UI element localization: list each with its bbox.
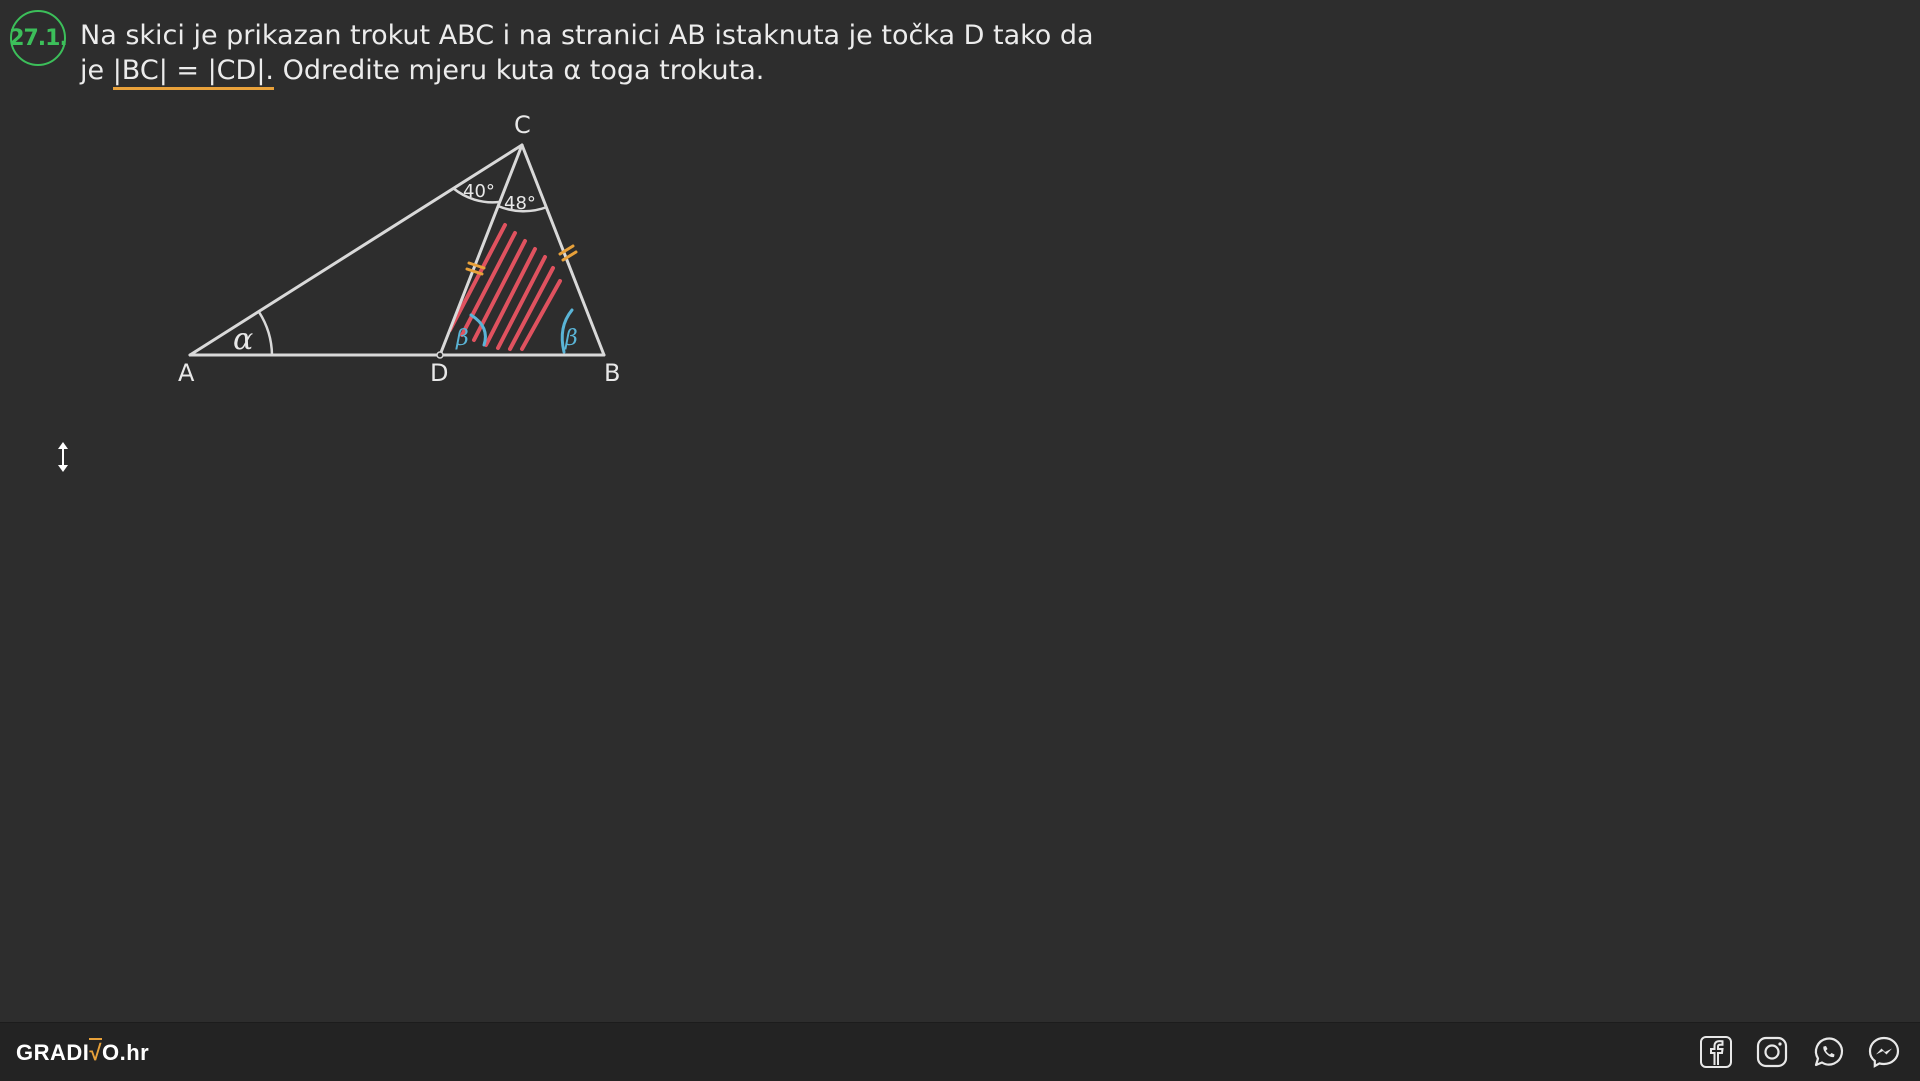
facebook-icon[interactable] [1698,1034,1734,1070]
beta-d-label: β [455,326,469,351]
resize-cursor-icon [58,442,68,472]
task-line-2-prefix: je [80,55,113,86]
vertex-d-label: D [430,359,448,387]
angle-40-label: 40° [463,181,495,202]
point-d-dot [436,351,444,359]
angle-alpha-label: α [233,322,253,357]
beta-b-label: β [564,326,578,351]
footer-bar: GRADI√O.hr [0,1022,1920,1081]
task-number-badge: 27.1. [9,10,68,66]
whiteboard: 27.1. Na skici je prikazan trokut ABC i … [0,0,1920,1022]
triangle-figure: C A D B α 40° 48° β β [178,111,620,387]
task-line-1: Na skici je prikazan trokut ABC i na str… [80,20,1094,51]
vertex-c-label: C [514,111,531,139]
task-number: 27.1. [9,25,68,51]
task-line-2-suffix: Odredite mjeru kuta α toga trokuta. [274,55,765,86]
logo-text-left: GRADI [16,1040,90,1065]
logo-text-right: O.hr [101,1040,150,1065]
vertex-b-label: B [604,359,620,387]
social-links [1698,1034,1902,1070]
task-condition: |BC| = |CD|. [112,55,275,90]
vertex-a-label: A [178,359,195,387]
logo-root-symbol: √ [89,1038,102,1065]
angle-48-label: 48° [504,193,536,214]
instagram-icon[interactable] [1754,1034,1790,1070]
task-statement: Na skici je prikazan trokut ABC i na str… [80,18,1094,90]
task-line-2: je |BC| = |CD|. Odredite mjeru kuta α to… [80,53,1040,90]
gradivo-logo[interactable]: GRADI√O.hr [16,1038,150,1066]
whatsapp-icon[interactable] [1810,1034,1846,1070]
messenger-icon[interactable] [1866,1034,1902,1070]
